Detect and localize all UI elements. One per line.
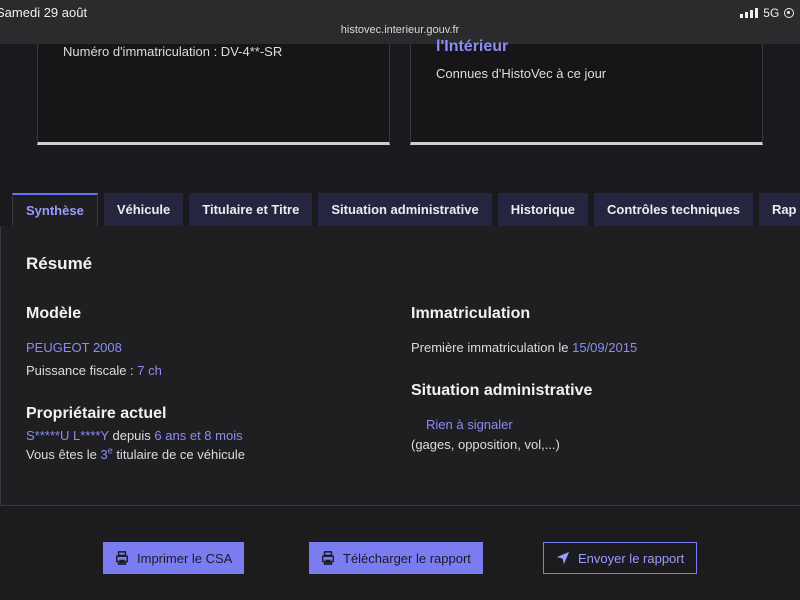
first-registration-label: Première immatriculation le [411, 340, 573, 355]
first-registration-date: 15/09/2015 [572, 340, 638, 355]
owner-since-label: depuis [108, 428, 155, 443]
printer-icon [322, 551, 334, 565]
situation-heading: Situation administrative [411, 382, 593, 399]
download-report-button[interactable]: Télécharger le rapport [309, 542, 483, 574]
fiscal-power: Puissance fiscale : 7 ch [26, 363, 162, 378]
model-name: PEUGEOT 2008 [26, 340, 122, 355]
plate-number: Numéro d'immatriculation : DV-4**-SR [63, 44, 283, 59]
fiscal-power-value: 7 ch [137, 363, 162, 378]
fiscal-power-label: Puissance fiscale : [26, 363, 138, 378]
tab-historique[interactable]: Historique [497, 193, 589, 226]
proprietaire-heading: Propriétaire actuel [26, 405, 167, 422]
send-report-label: Envoyer le rapport [578, 550, 685, 566]
modele-heading: Modèle [26, 305, 82, 322]
status-indicators: 5G 2 [740, 6, 800, 20]
source-card-title: l'Intérieur [436, 38, 509, 55]
owner-line: S*****U L****Y depuis 6 ans et 8 mois [26, 428, 243, 443]
owner-rank-number: 3 [100, 447, 108, 462]
tab-titulaire-titre[interactable]: Titulaire et Titre [189, 193, 313, 226]
status-date: Samedi 29 août [0, 5, 88, 20]
situation-status: Rien à signaler [426, 417, 513, 432]
tab-synthese[interactable]: Synthèse [12, 193, 98, 226]
vehicle-info-card: Numéro d'immatriculation : DV-4**-SR [37, 44, 390, 145]
tab-situation-administrative[interactable]: Situation administrative [318, 193, 492, 226]
owner-rank-prefix: Vous êtes le [26, 447, 101, 462]
owner-rank-suffix: titulaire de ce véhicule [112, 447, 245, 462]
address-bar[interactable]: histovec.interieur.gouv.fr [0, 24, 800, 36]
tab-rapport[interactable]: Rap [758, 193, 800, 226]
tab-vehicule[interactable]: Véhicule [103, 193, 184, 226]
owner-since-value: 6 ans et 8 mois [154, 428, 243, 443]
report-actions: Imprimer le CSA Télécharger le rapport E… [0, 507, 800, 600]
summary-heading: Résumé [26, 254, 93, 273]
print-csa-button[interactable]: Imprimer le CSA [103, 542, 245, 574]
synthese-panel: Résumé Modèle PEUGEOT 2008 Puissance fis… [0, 226, 800, 506]
source-info-card: l'Intérieur Connues d'HistoVec à ce jour [410, 38, 763, 145]
tab-controles-techniques[interactable]: Contrôles techniques [594, 193, 753, 226]
location-icon [784, 8, 795, 18]
immatriculation-heading: Immatriculation [411, 305, 531, 322]
source-card-subtitle: Connues d'HistoVec à ce jour [436, 66, 607, 81]
report-tabs: Synthèse Véhicule Titulaire et Titre Sit… [12, 193, 800, 226]
situation-details: (gages, opposition, vol,...) [411, 437, 560, 452]
owner-name: S*****U L****Y [26, 428, 109, 443]
print-csa-label: Imprimer le CSA [137, 550, 233, 566]
send-arrow-icon [556, 551, 570, 565]
send-report-button[interactable]: Envoyer le rapport [543, 542, 698, 574]
printer-icon [116, 551, 128, 565]
download-report-label: Télécharger le rapport [343, 550, 471, 566]
browser-top-bar: Samedi 29 août 5G 2 histovec.interieur.g… [0, 0, 800, 44]
first-registration: Première immatriculation le 15/09/2015 [411, 340, 637, 355]
network-type: 5G [763, 6, 780, 20]
owner-rank: Vous êtes le 3e titulaire de ce véhicule [26, 446, 245, 462]
cellular-signal-icon [740, 8, 759, 18]
